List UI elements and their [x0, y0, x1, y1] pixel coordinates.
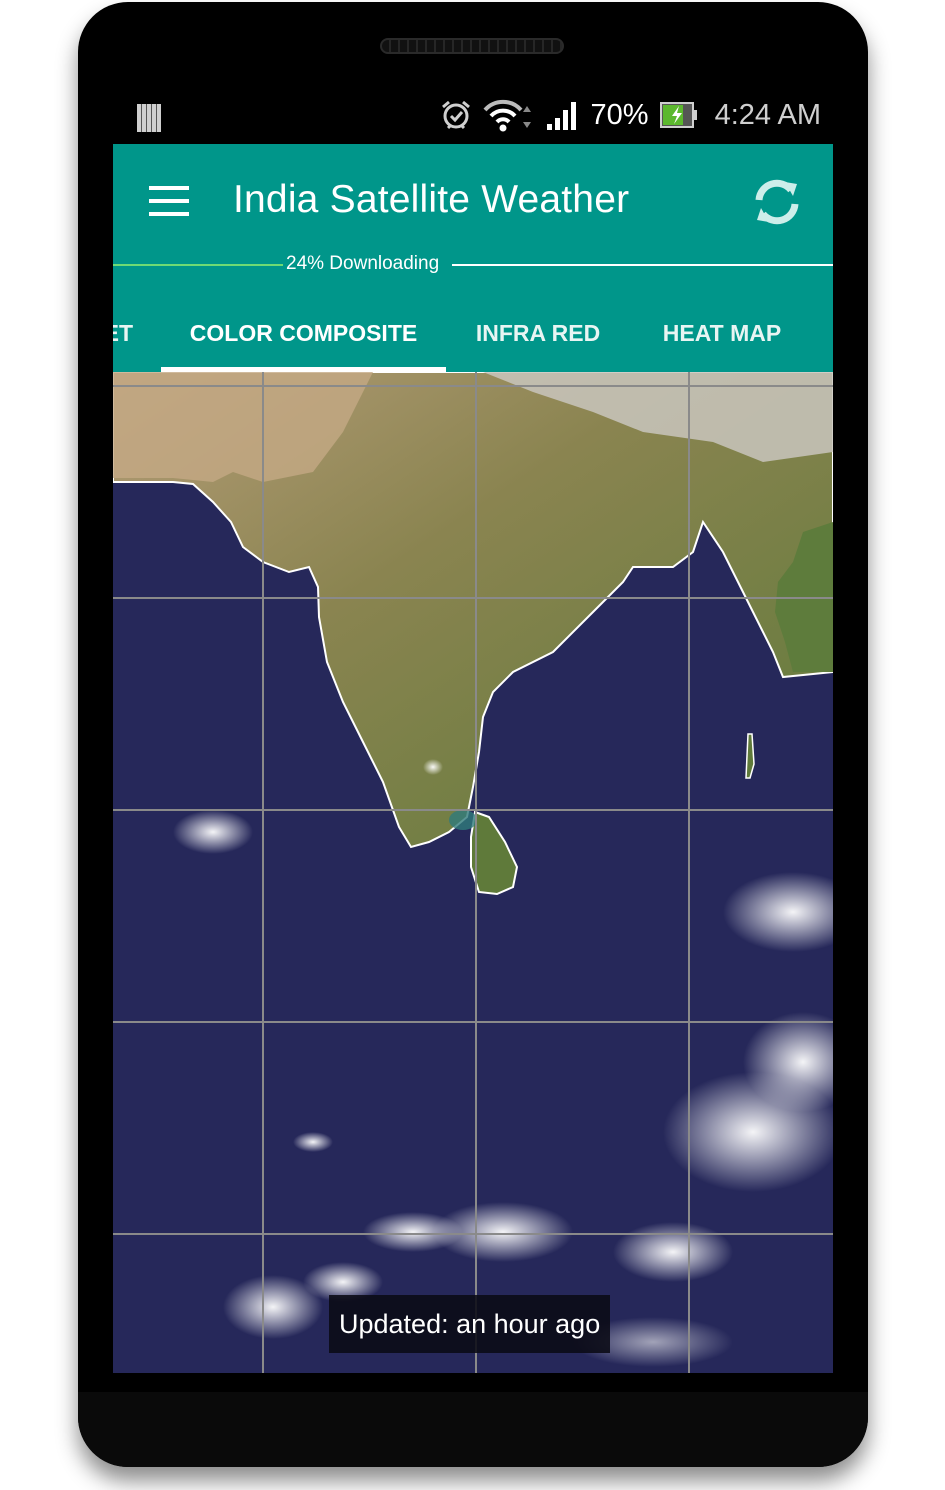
hamburger-menu-icon[interactable]: [149, 186, 189, 216]
satellite-map[interactable]: [113, 371, 833, 1373]
tab-bar: ET COLOR COMPOSITE INFRA RED HEAT MAP: [113, 294, 833, 372]
refresh-icon[interactable]: [751, 176, 803, 228]
progress-track: [452, 264, 833, 266]
active-tab-indicator: [161, 367, 446, 372]
tab-label: ET: [113, 319, 133, 346]
tab-infra-red[interactable]: INFRA RED: [458, 294, 618, 372]
phone-chin: [78, 1392, 868, 1467]
battery-charging-icon: [659, 100, 699, 130]
tab-label: INFRA RED: [475, 319, 601, 346]
status-bar: 70% 4:24 AM: [113, 92, 833, 144]
progress-label: 24% Downloading: [286, 253, 440, 274]
download-progress: 24% Downloading: [113, 252, 833, 276]
tab-heat-map[interactable]: HEAT MAP: [643, 294, 801, 372]
alarm-icon: [439, 98, 473, 132]
app-title: India Satellite Weather: [233, 178, 630, 221]
phone-speaker: [380, 38, 564, 54]
clock-time: 4:24 AM: [714, 98, 821, 131]
tab-color-composite[interactable]: COLOR COMPOSITE: [161, 294, 446, 372]
tab-partial[interactable]: ET: [113, 294, 133, 372]
tab-label: HEAT MAP: [662, 319, 782, 346]
progress-fill: [113, 264, 283, 266]
updated-toast: Updated: an hour ago: [329, 1295, 611, 1353]
battery-percent: 70%: [590, 98, 649, 131]
app-bar: India Satellite Weather 24% Downloading …: [113, 144, 833, 372]
barcode-notification-icon: [137, 104, 161, 132]
app-screen: India Satellite Weather 24% Downloading …: [113, 144, 833, 1373]
wifi-icon: [483, 98, 535, 132]
tab-label: COLOR COMPOSITE: [189, 319, 418, 346]
signal-icon: [545, 98, 581, 132]
